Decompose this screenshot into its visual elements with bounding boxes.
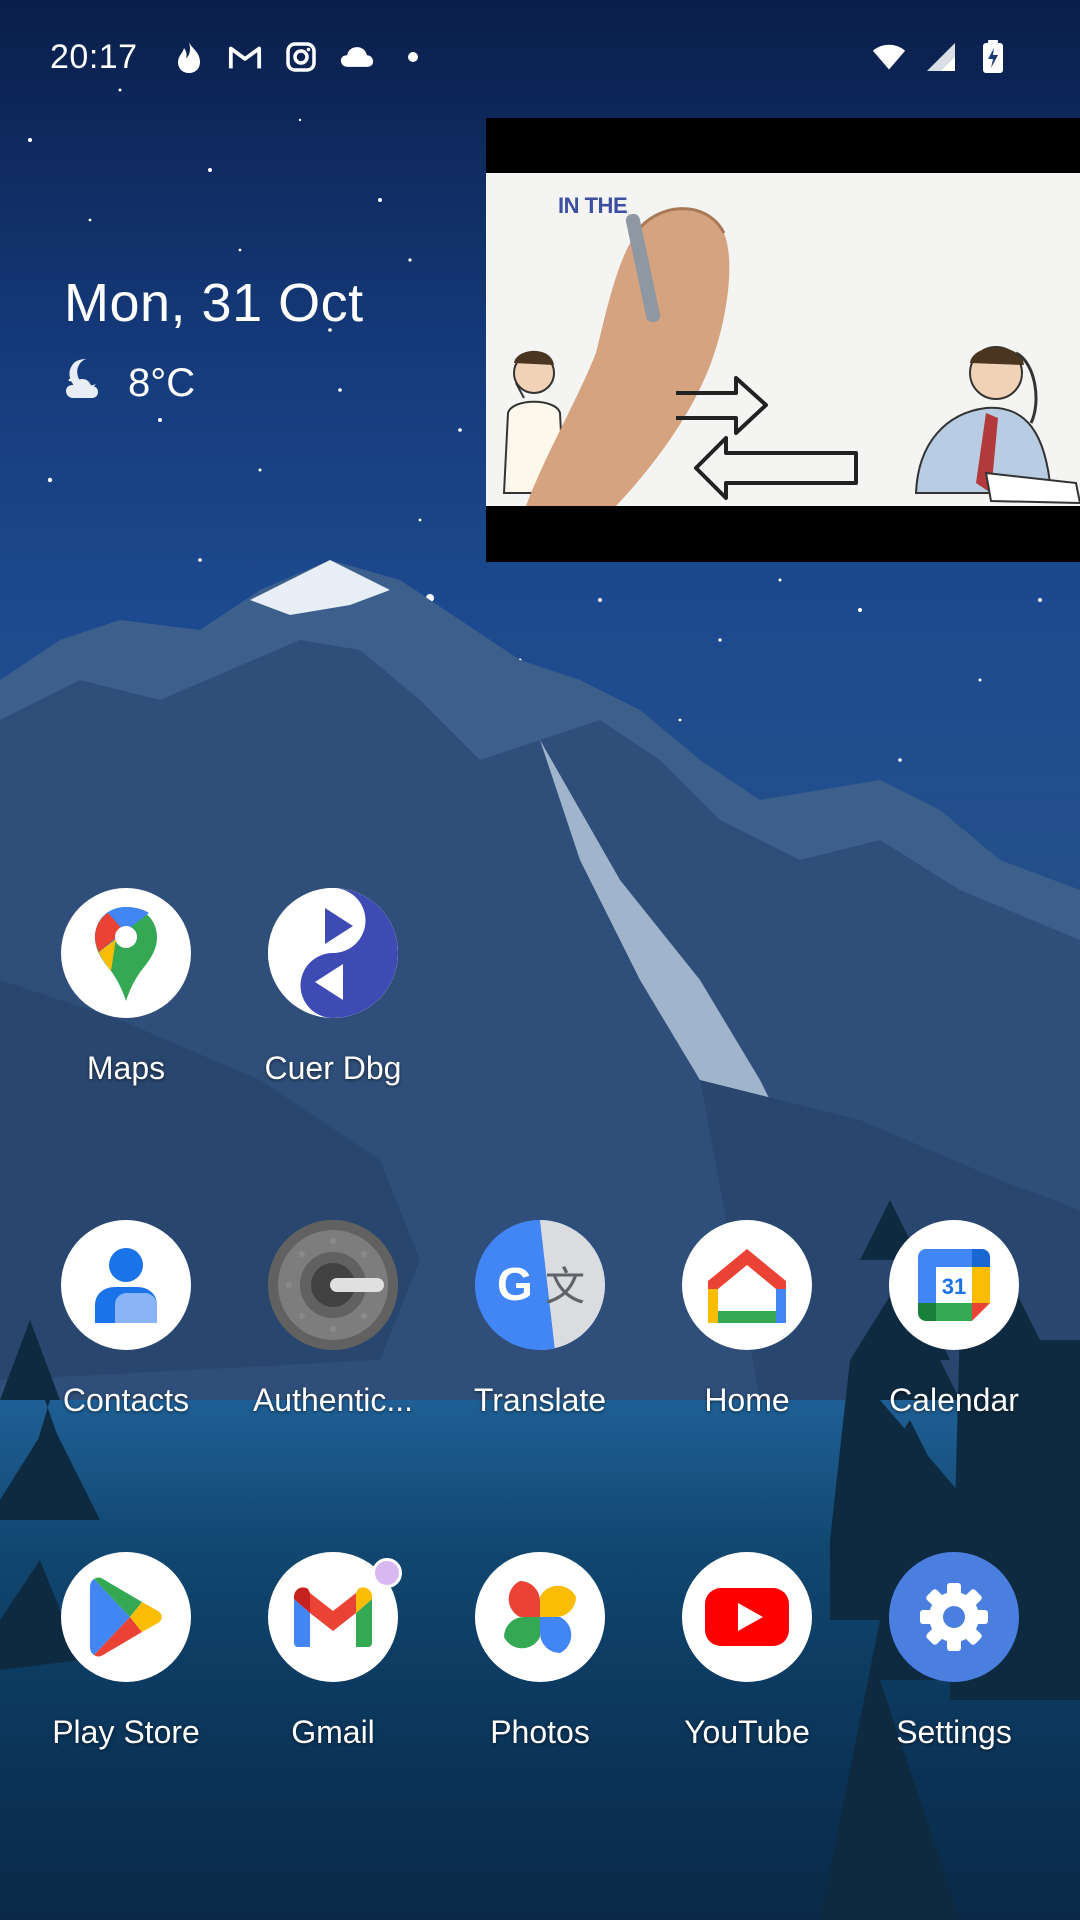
notification-dot bbox=[372, 1558, 402, 1588]
battery-charging-icon bbox=[976, 40, 1010, 74]
photos-pinwheel-icon[interactable] bbox=[475, 1552, 605, 1682]
contacts-person-icon[interactable] bbox=[61, 1220, 191, 1350]
signal-icon bbox=[924, 40, 958, 74]
status-bar: 20:17 bbox=[0, 0, 1080, 118]
settings-gear-icon[interactable] bbox=[889, 1552, 1019, 1682]
app-label: Play Store bbox=[52, 1714, 200, 1750]
google-maps-icon[interactable] bbox=[61, 888, 191, 1018]
app-label: Authentic... bbox=[252, 1382, 414, 1418]
app-label: Gmail bbox=[291, 1714, 375, 1750]
date-weather-widget[interactable]: Mon, 31 Oct 8°C bbox=[64, 272, 364, 410]
gmail-icon[interactable] bbox=[268, 1552, 402, 1682]
app-label: Photos bbox=[490, 1714, 590, 1750]
app-label: Maps bbox=[86, 1050, 166, 1086]
app-home[interactable]: Home bbox=[652, 1220, 842, 1419]
play-store-icon[interactable] bbox=[61, 1552, 191, 1682]
cloud-icon bbox=[340, 40, 374, 74]
app-label: Contacts bbox=[62, 1382, 190, 1418]
app-play-store[interactable]: Play Store bbox=[31, 1552, 221, 1751]
svg-text:G: G bbox=[497, 1258, 533, 1310]
app-label: Settings bbox=[896, 1714, 1012, 1750]
translate-icon[interactable]: G 文 bbox=[475, 1220, 605, 1350]
app-calendar[interactable]: 31 Calendar bbox=[859, 1220, 1049, 1419]
stressed-man-figure bbox=[914, 346, 1080, 505]
whiteboard-illustration bbox=[502, 207, 1080, 506]
wifi-icon bbox=[872, 40, 906, 74]
dot-icon bbox=[396, 40, 430, 74]
app-authenticator[interactable]: Authentic... bbox=[238, 1220, 428, 1419]
youtube-icon[interactable] bbox=[682, 1552, 812, 1682]
status-time: 20:17 bbox=[50, 38, 138, 76]
calendar-icon[interactable]: 31 bbox=[889, 1220, 1019, 1350]
svg-text:文: 文 bbox=[545, 1264, 585, 1310]
pip-video-player[interactable]: IN THE bbox=[486, 118, 1080, 562]
cuer-yin-yang-icon[interactable] bbox=[268, 888, 398, 1018]
app-cuer-dbg[interactable]: Cuer Dbg bbox=[238, 888, 428, 1087]
drawing-hand bbox=[526, 207, 730, 506]
app-contacts[interactable]: Contacts bbox=[31, 1220, 221, 1419]
app-label: YouTube bbox=[684, 1714, 810, 1750]
google-home-icon[interactable] bbox=[682, 1220, 812, 1350]
moon-cloud-icon bbox=[64, 356, 110, 410]
app-label: Cuer Dbg bbox=[264, 1050, 402, 1086]
app-label: Calendar bbox=[889, 1382, 1019, 1418]
app-label: Translate bbox=[473, 1382, 607, 1418]
temperature: 8°C bbox=[128, 360, 196, 405]
app-photos[interactable]: Photos bbox=[445, 1552, 635, 1751]
date-text[interactable]: Mon, 31 Oct bbox=[64, 272, 364, 334]
system-icons bbox=[872, 40, 1010, 74]
calendar-day-number: 31 bbox=[942, 1274, 966, 1299]
gmail-m-icon bbox=[228, 40, 262, 74]
app-gmail[interactable]: Gmail bbox=[238, 1552, 428, 1751]
weather-row[interactable]: 8°C bbox=[64, 356, 364, 410]
flame-icon bbox=[172, 40, 206, 74]
app-translate[interactable]: G 文 Translate bbox=[445, 1220, 635, 1419]
arrows bbox=[676, 376, 858, 500]
app-maps[interactable]: Maps bbox=[31, 888, 221, 1087]
notification-icons bbox=[172, 40, 430, 74]
app-settings[interactable]: Settings bbox=[859, 1552, 1049, 1751]
app-label: Home bbox=[704, 1382, 790, 1418]
app-youtube[interactable]: YouTube bbox=[652, 1552, 842, 1751]
authenticator-icon[interactable] bbox=[268, 1220, 398, 1350]
pip-video-frame[interactable]: IN THE bbox=[486, 173, 1080, 506]
instagram-icon bbox=[284, 40, 318, 74]
